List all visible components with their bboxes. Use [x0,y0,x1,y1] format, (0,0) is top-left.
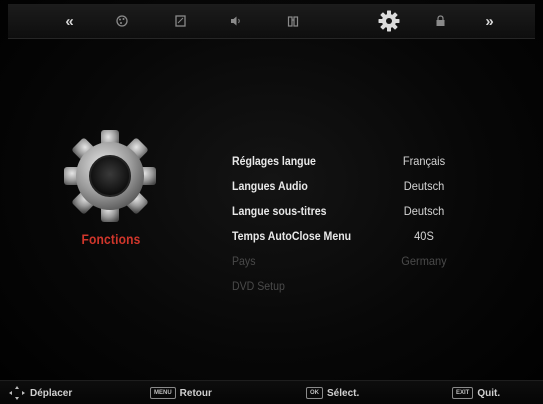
speaker-icon [231,16,240,26]
tab-channel[interactable] [281,4,305,38]
nav-prev-button[interactable]: « [56,4,82,38]
tab-screen[interactable] [168,4,192,38]
tab-lock[interactable] [428,4,452,38]
category-title: Fonctions [81,231,141,247]
gear-icon [378,10,400,32]
menu-item-label: Langue sous-titres [232,204,327,218]
tuner-icon [287,16,299,27]
dpad-icon [9,386,25,400]
lock-icon [436,15,444,26]
menu-item-value: Deutsch [403,204,445,218]
palette-icon [116,15,128,27]
menu-item-label: Réglages langue [232,154,316,168]
menu-item-label: Temps AutoClose Menu [232,229,352,243]
hint-back: MENU Retour [150,385,212,401]
menu-item-label: Langues Audio [232,179,308,193]
exit-key-icon: EXIT [452,387,474,399]
nav-next-button[interactable]: » [476,4,502,38]
hint-move: Déplacer [8,385,72,401]
menu-item-autoclose-time[interactable]: Temps AutoClose Menu 40S [232,225,502,247]
menu-item-dvd-setup: DVD Setup [232,275,502,297]
menu-item-value: Français [402,154,446,168]
double-chevron-right-icon: » [485,12,493,30]
hint-label: Retour [179,387,212,399]
tv-menu-screen: « » Fonctions Réglages langue Français L… [0,0,543,404]
tab-functions[interactable] [374,4,404,38]
screen-icon [174,15,186,27]
menu-item-value: Germany [401,254,447,268]
menu-key-icon: MENU [150,387,176,399]
hint-label: Sélect. [327,387,360,399]
menu-item-audio-language[interactable]: Langues Audio Deutsch [232,175,502,197]
help-bar: Déplacer MENU Retour OK Sélect. EXIT Qui… [0,380,543,404]
hint-label: Déplacer [30,387,73,399]
menu-item-label: Pays [232,254,256,268]
double-chevron-left-icon: « [65,12,73,30]
large-gear-icon [64,130,156,222]
hint-quit: EXIT Quit. [452,385,500,401]
menu-item-subtitle-language[interactable]: Langue sous-titres Deutsch [232,200,502,222]
menu-item-country: Pays Germany [232,250,502,272]
menu-item-language[interactable]: Réglages langue Français [232,150,502,172]
tab-sound[interactable] [224,4,248,38]
menu-item-value: 40S [414,229,434,243]
hint-label: Quit. [477,387,501,399]
hint-select: OK Sélect. [306,385,359,401]
category-nav-bar: « » [8,4,535,39]
menu-item-label: DVD Setup [232,279,285,293]
ok-key-icon: OK [306,387,323,399]
tab-picture[interactable] [110,4,134,38]
menu-item-value: Deutsch [403,179,445,193]
